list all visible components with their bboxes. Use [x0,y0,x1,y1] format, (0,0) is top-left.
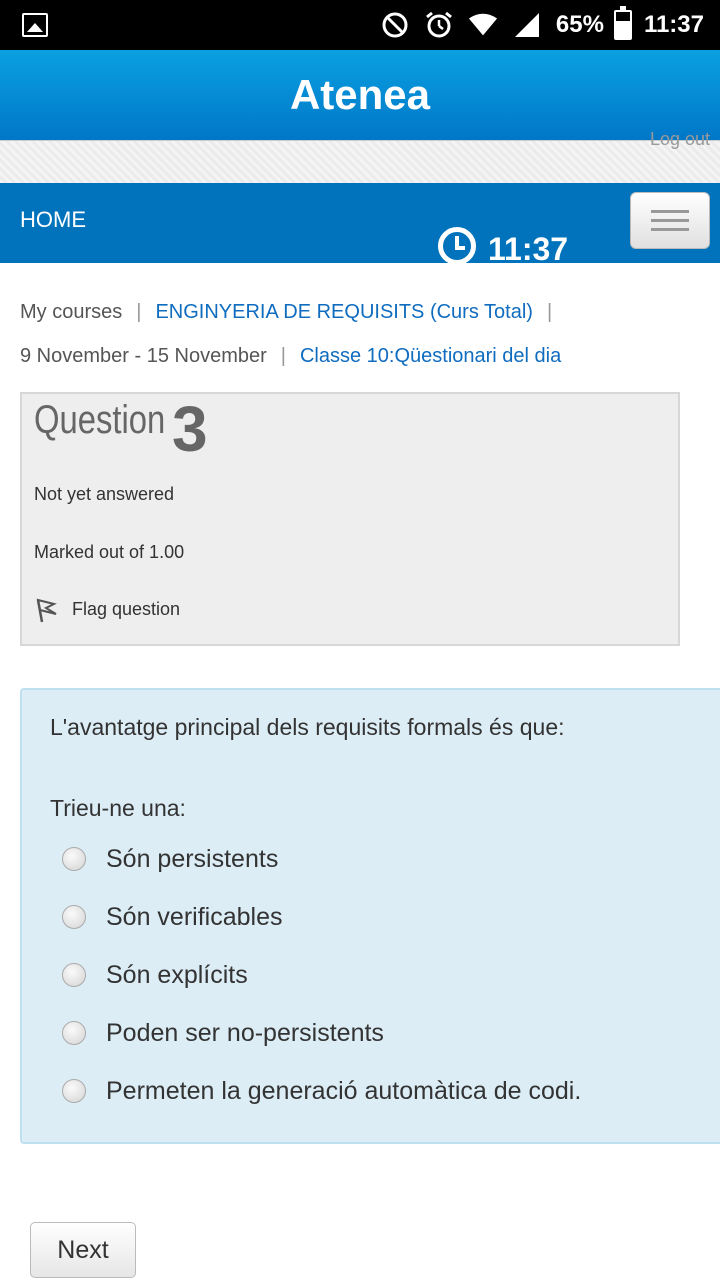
hamburger-icon-line [651,219,689,222]
answer-label[interactable]: Són explícits [106,961,248,990]
answer-label[interactable]: Permeten la generació automàtica de codi… [106,1077,581,1106]
logout-link[interactable]: Log out [650,129,710,150]
question-state: Not yet answered [34,484,175,504]
battery-icon [613,6,632,40]
app-title: Atenea [289,71,431,118]
radio-button[interactable] [62,963,86,987]
answer-prompt: Trieu-ne una: [50,795,186,821]
next-button[interactable]: Next [30,1222,136,1278]
do-not-disturb-icon [380,10,410,40]
status-bar: 65% 11:37 [0,0,720,50]
alarm-icon [424,10,454,40]
radio-button[interactable] [62,847,86,871]
breadcrumb-quiz[interactable]: Classe 10:Qüestionari del dia [300,345,561,367]
answer-label[interactable]: Poden ser no-persistents [106,1019,384,1048]
answer-option[interactable]: Poden ser no-persistents [62,1004,581,1062]
flag-icon [36,598,57,623]
question-content: L'avantatge principal dels requisits for… [20,688,720,1144]
answer-label[interactable]: Són verificables [106,903,282,932]
flag-question-label: Flag question [72,598,181,619]
flag-question-link[interactable]: Flag question [34,594,180,624]
status-time: 11:37 [643,11,704,38]
breadcrumb: My courses | ENGINYERIA DE REQUISITS (Curs… [20,301,562,367]
answer-option[interactable]: Permeten la generació automàtica de codi… [62,1062,581,1120]
home-link[interactable]: HOME [20,207,86,233]
header-strip: Log out [0,129,720,183]
question-grade: Marked out of 1.00 [34,542,185,562]
answer-label[interactable]: Són persistents [106,845,278,874]
menu-button[interactable] [630,192,710,249]
nav-bar: HOME 11:37 [0,183,720,263]
breadcrumb-week[interactable]: 9 November - 15 November [20,345,267,367]
clock-icon [438,227,476,263]
wifi-icon [468,10,498,40]
signal-icon [512,10,542,40]
battery-percentage: 65% [555,11,604,38]
answer-option[interactable]: Són verificables [62,888,581,946]
question-info-box: Question 3 Not yet answered Marked out o… [20,392,680,646]
breadcrumb-course[interactable]: ENGINYERIA DE REQUISITS (Curs Total) [155,301,533,323]
hamburger-icon-line [651,228,689,231]
quiz-timer: 11:37 [438,227,568,263]
question-number: 3 [172,393,208,465]
question-heading: Question 3 [34,393,208,465]
question-text: L'avantatge principal dels requisits for… [50,714,565,740]
app-header: Atenea [0,50,720,140]
breadcrumb-my-courses[interactable]: My courses [20,301,122,323]
timer-text: 11:37 [488,231,569,263]
radio-button[interactable] [62,905,86,929]
answer-option[interactable]: Són persistents [62,830,581,888]
question-label: Question [34,398,166,442]
hamburger-icon-line [651,210,689,213]
radio-button[interactable] [62,1079,86,1103]
image-notification-icon [22,13,48,37]
radio-button[interactable] [62,1021,86,1045]
answer-list: Són persistents Són verificables Són exp… [62,830,581,1120]
answer-option[interactable]: Són explícits [62,946,581,1004]
